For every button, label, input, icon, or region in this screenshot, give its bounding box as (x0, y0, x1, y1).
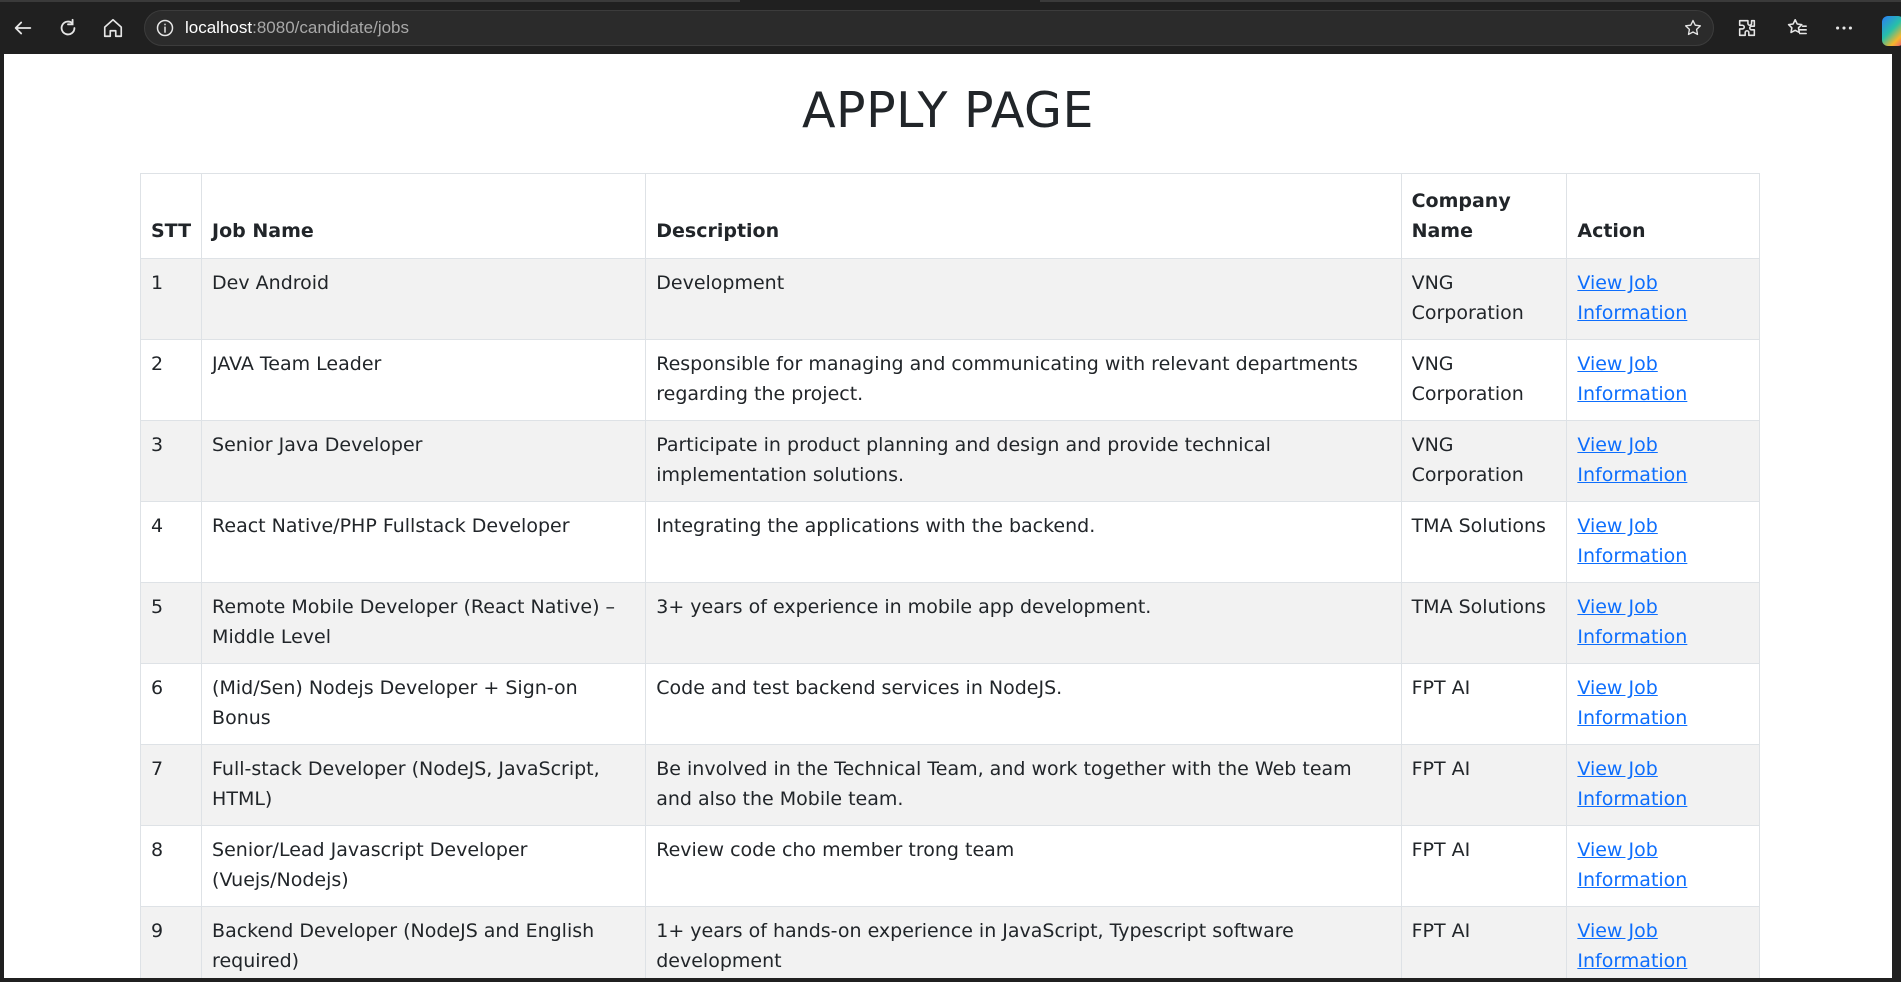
cell-action: View Job Information (1566, 663, 1760, 745)
cell-description: Responsible for managing and communicati… (645, 339, 1402, 421)
site-info-icon[interactable] (155, 18, 175, 38)
cell-stt: 1 (139, 258, 203, 340)
cell-job-name: (Mid/Sen) Nodejs Developer + Sign-on Bon… (201, 663, 647, 745)
favorite-star-icon[interactable] (1683, 18, 1703, 38)
home-icon[interactable] (95, 10, 131, 46)
cell-stt: 9 (139, 906, 203, 978)
cell-job-name: Senior Java Developer (201, 420, 647, 502)
url-text[interactable]: localhost:8080/candidate/jobs (185, 11, 409, 45)
url-path: :8080/candidate/jobs (252, 18, 410, 37)
table-row: 4 React Native/PHP Fullstack Developer I… (139, 501, 1760, 583)
view-job-link[interactable]: View Job Information (1577, 677, 1687, 729)
view-job-link[interactable]: View Job Information (1577, 515, 1687, 567)
cell-stt: 8 (139, 825, 203, 907)
header-company-name: Company Name (1400, 173, 1568, 259)
cell-job-name: React Native/PHP Fullstack Developer (201, 501, 647, 583)
refresh-icon[interactable] (50, 10, 86, 46)
table-row: 6 (Mid/Sen) Nodejs Developer + Sign-on B… (139, 663, 1760, 745)
header-stt: STT (139, 173, 203, 259)
cell-stt: 6 (139, 663, 203, 745)
page-viewport: APPLY PAGE STT Job Name Description Comp… (4, 54, 1892, 978)
tab-indicator (0, 0, 740, 2)
view-job-link[interactable]: View Job Information (1577, 272, 1687, 324)
table-row: 7 Full-stack Developer (NodeJS, JavaScri… (139, 744, 1760, 826)
cell-stt: 4 (139, 501, 203, 583)
table-row: 9 Backend Developer (NodeJS and English … (139, 906, 1760, 978)
view-job-link[interactable]: View Job Information (1577, 758, 1687, 810)
extensions-icon[interactable] (1729, 10, 1765, 46)
cell-job-name: Full-stack Developer (NodeJS, JavaScript… (201, 744, 647, 826)
cell-company: FPT AI (1400, 663, 1568, 745)
table-row: 3 Senior Java Developer Participate in p… (139, 420, 1760, 502)
cell-description: Development (645, 258, 1402, 340)
view-job-link[interactable]: View Job Information (1577, 839, 1687, 891)
cell-company: FPT AI (1400, 825, 1568, 907)
cell-job-name: Senior/Lead Javascript Developer (Vuejs/… (201, 825, 647, 907)
table-row: 5 Remote Mobile Developer (React Native)… (139, 582, 1760, 664)
cell-description: 1+ years of hands-on experience in JavaS… (645, 906, 1402, 978)
cell-job-name: Remote Mobile Developer (React Native) –… (201, 582, 647, 664)
copilot-icon[interactable] (1882, 16, 1901, 46)
cell-stt: 3 (139, 420, 203, 502)
header-description: Description (645, 173, 1402, 259)
view-job-link[interactable]: View Job Information (1577, 596, 1687, 648)
cell-action: View Job Information (1566, 420, 1760, 502)
favorites-icon[interactable] (1779, 10, 1815, 46)
cell-company: FPT AI (1400, 906, 1568, 978)
table-row: 8 Senior/Lead Javascript Developer (Vuej… (139, 825, 1760, 907)
cell-company: VNG Corporation (1400, 339, 1568, 421)
table-row: 1 Dev Android Development VNG Corporatio… (139, 258, 1760, 340)
view-job-link[interactable]: View Job Information (1577, 434, 1687, 486)
cell-description: Be involved in the Technical Team, and w… (645, 744, 1402, 826)
scrollbar[interactable] (1893, 54, 1901, 978)
cell-job-name: Dev Android (201, 258, 647, 340)
cell-action: View Job Information (1566, 906, 1760, 978)
cell-description: 3+ years of experience in mobile app dev… (645, 582, 1402, 664)
view-job-link[interactable]: View Job Information (1577, 920, 1687, 972)
cell-company: TMA Solutions (1400, 501, 1568, 583)
cell-action: View Job Information (1566, 339, 1760, 421)
cell-job-name: JAVA Team Leader (201, 339, 647, 421)
address-bar[interactable]: localhost:8080/candidate/jobs (144, 10, 1714, 46)
header-action: Action (1566, 173, 1760, 259)
tab-indicator (1040, 0, 1901, 2)
cell-stt: 7 (139, 744, 203, 826)
table-header-row: STT Job Name Description Company Name Ac… (139, 173, 1760, 259)
cell-action: View Job Information (1566, 258, 1760, 340)
cell-description: Participate in product planning and desi… (645, 420, 1402, 502)
cell-job-name: Backend Developer (NodeJS and English re… (201, 906, 647, 978)
back-icon[interactable] (5, 10, 41, 46)
url-host: localhost (185, 18, 253, 37)
jobs-table: STT Job Name Description Company Name Ac… (139, 173, 1760, 978)
cell-action: View Job Information (1566, 582, 1760, 664)
cell-action: View Job Information (1566, 744, 1760, 826)
table-row: 2 JAVA Team Leader Responsible for manag… (139, 339, 1760, 421)
cell-company: TMA Solutions (1400, 582, 1568, 664)
cell-stt: 5 (139, 582, 203, 664)
cell-company: VNG Corporation (1400, 258, 1568, 340)
view-job-link[interactable]: View Job Information (1577, 353, 1687, 405)
page-title: APPLY PAGE (802, 82, 1094, 139)
cell-action: View Job Information (1566, 501, 1760, 583)
cell-description: Review code cho member trong team (645, 825, 1402, 907)
more-options-icon[interactable] (1826, 10, 1862, 46)
cell-company: VNG Corporation (1400, 420, 1568, 502)
cell-description: Code and test backend services in NodeJS… (645, 663, 1402, 745)
browser-toolbar: localhost:8080/candidate/jobs (0, 4, 1901, 52)
cell-stt: 2 (139, 339, 203, 421)
cell-company: FPT AI (1400, 744, 1568, 826)
header-job-name: Job Name (201, 173, 647, 259)
cell-action: View Job Information (1566, 825, 1760, 907)
cell-description: Integrating the applications with the ba… (645, 501, 1402, 583)
